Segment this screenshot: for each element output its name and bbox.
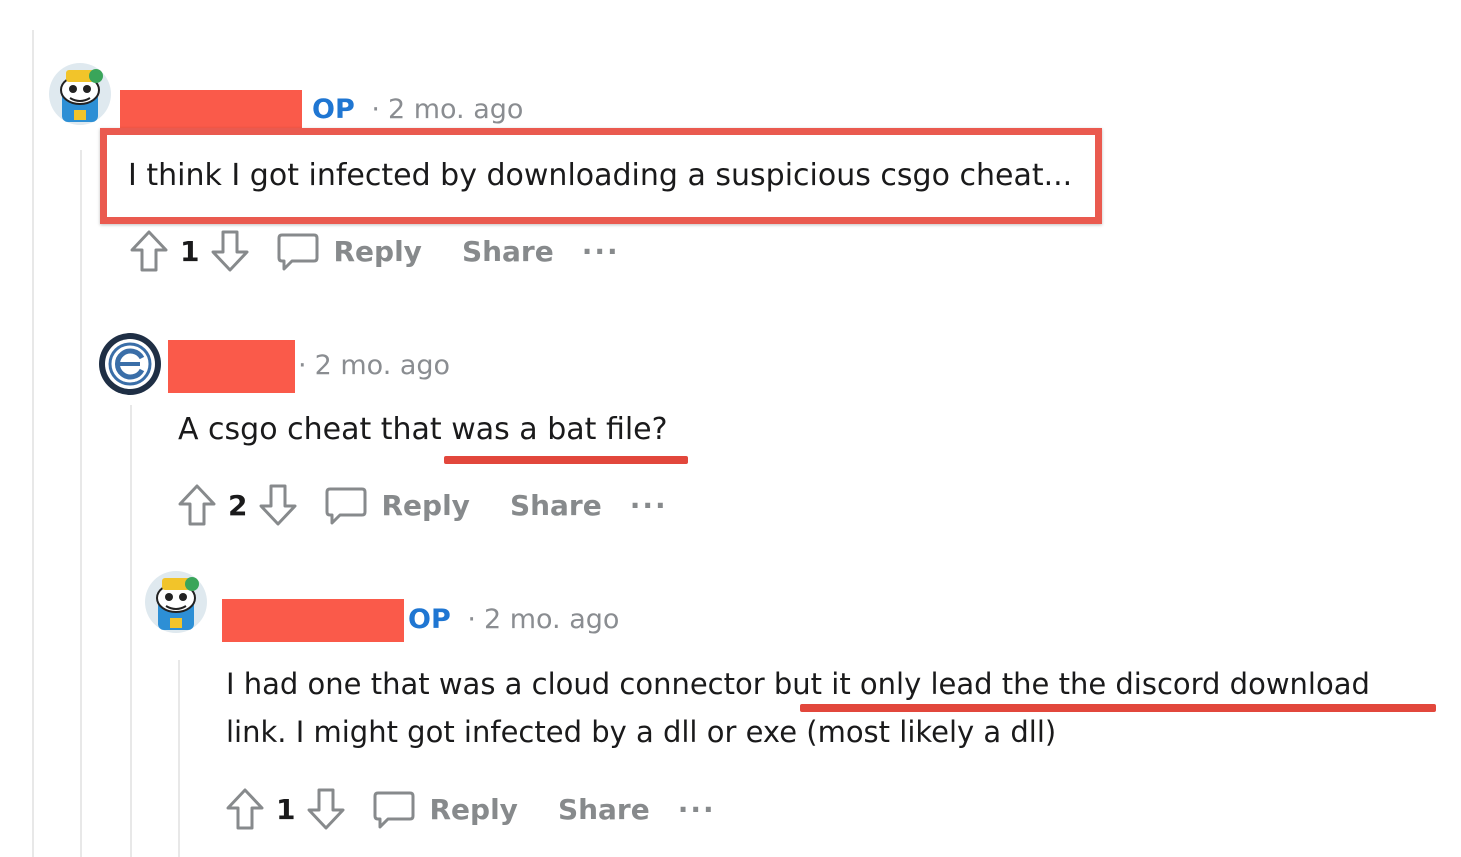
reply-button[interactable]: Reply [381,489,469,522]
share-button[interactable]: Share [510,489,602,522]
comment-meta: OP · 2 mo. ago [408,604,619,635]
comment-body-line1: I had one that was a cloud connector but… [226,667,1370,701]
upvote-icon[interactable] [222,786,268,832]
downvote-icon[interactable] [255,482,301,528]
snoo-avatar-icon[interactable] [144,570,208,634]
op-badge: OP [408,604,451,635]
downvote-icon[interactable] [207,228,253,274]
emblem-avatar-icon[interactable] [98,332,162,396]
meta-separator: · [371,94,380,125]
redacted-username [120,90,302,128]
share-button[interactable]: Share [462,235,554,268]
thread-line-level1[interactable] [80,150,82,857]
downvote-icon[interactable] [303,786,349,832]
comment-body-line2: link. I might got infected by a dll or e… [226,715,1057,749]
timestamp[interactable]: 2 mo. ago [388,94,523,125]
snoo-avatar-icon[interactable] [48,62,112,126]
op-badge: OP [312,94,355,125]
reply-button[interactable]: Reply [429,793,517,826]
upvote-icon[interactable] [174,482,220,528]
vote-score: 1 [276,792,296,826]
redacted-username [222,599,404,642]
comment-actions: 2 Reply Share ··· [174,480,668,530]
annotation-underline [444,456,688,464]
comment-bubble-icon[interactable] [275,228,321,274]
timestamp[interactable]: 2 mo. ago [484,604,619,635]
thread-line-level2[interactable] [130,405,132,857]
share-button[interactable]: Share [558,793,650,826]
comment-actions: 1 Reply Share ··· [222,784,716,834]
more-options-button[interactable]: ··· [582,235,620,268]
redacted-username [168,340,295,393]
comment-actions: 1 Reply Share ··· [126,226,620,276]
vote-score: 2 [228,488,248,522]
comment-bubble-icon[interactable] [371,786,417,832]
comment-body: I think I got infected by downloading a … [128,158,1073,193]
timestamp[interactable]: 2 mo. ago [315,350,450,381]
vote-score: 1 [180,234,200,268]
more-options-button[interactable]: ··· [630,489,668,522]
comment-meta: · 2 mo. ago [298,350,450,381]
comment-body: A csgo cheat that was a bat file? [178,412,668,447]
more-options-button[interactable]: ··· [678,793,716,826]
comment-meta: OP · 2 mo. ago [312,94,523,125]
thread-line-level3[interactable] [178,660,180,857]
reply-button[interactable]: Reply [333,235,421,268]
upvote-icon[interactable] [126,228,172,274]
thread-line-root[interactable] [32,30,34,857]
meta-separator: · [467,604,476,635]
comment-bubble-icon[interactable] [323,482,369,528]
meta-separator: · [298,350,307,381]
